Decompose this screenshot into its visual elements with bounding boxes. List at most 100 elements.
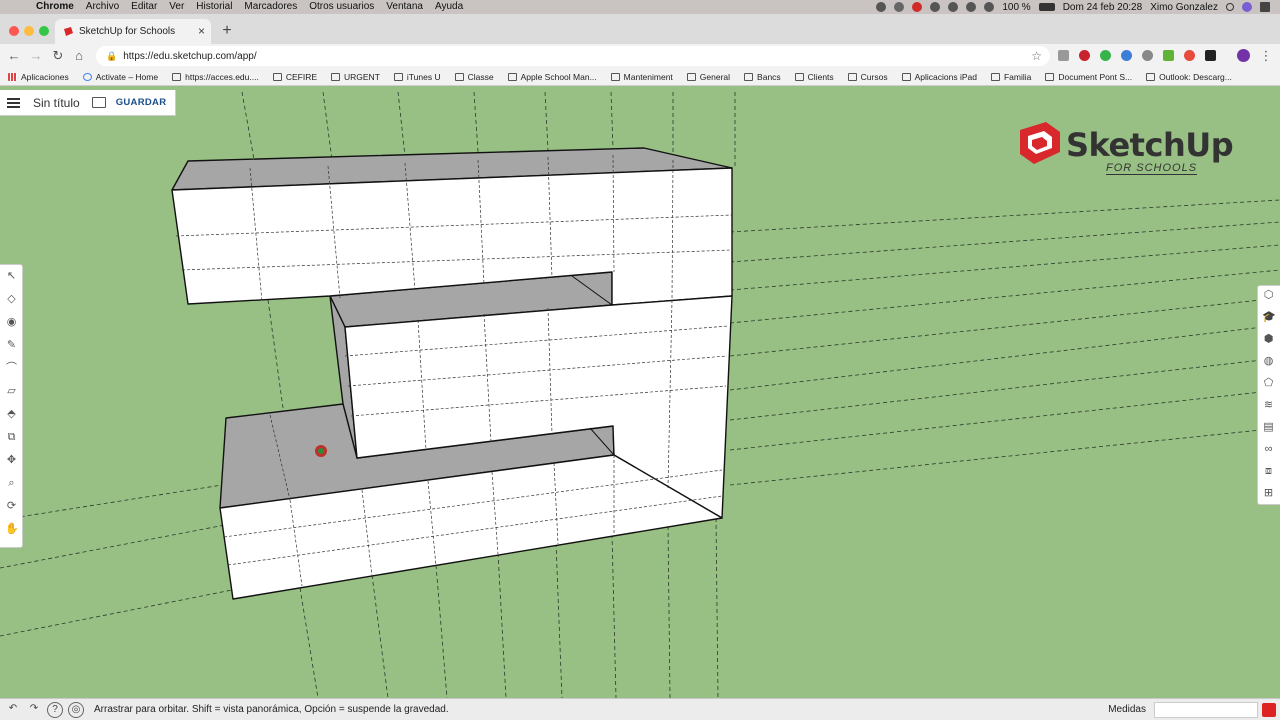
bookmark-cursos[interactable]: Cursos — [847, 72, 888, 82]
menu-archivo[interactable]: Archivo — [86, 0, 119, 14]
cloud-icon[interactable] — [930, 2, 941, 12]
tags-icon[interactable]: ≋ — [1262, 399, 1275, 412]
menu-ver[interactable]: Ver — [169, 0, 184, 14]
top-arm-front-face[interactable] — [171, 167, 733, 306]
folder-icon — [331, 72, 340, 81]
window-minimize-button[interactable] — [24, 26, 34, 36]
bookmark-document-pont[interactable]: Document Pont S... — [1045, 72, 1132, 82]
notification-center-icon[interactable] — [1260, 2, 1270, 12]
components-icon[interactable]: ⬢ — [1262, 333, 1275, 346]
redo-icon[interactable]: ↷ — [26, 702, 42, 718]
styles-icon[interactable]: ⬠ — [1262, 377, 1275, 390]
display-icon[interactable]: ∞ — [1262, 443, 1275, 456]
menu-marcadores[interactable]: Marcadores — [244, 0, 297, 14]
wifi-icon[interactable] — [984, 2, 995, 12]
green-extension-icon[interactable] — [1100, 50, 1111, 61]
menu-ventana[interactable]: Ventana — [386, 0, 423, 14]
bookmark-acces[interactable]: https://acces.edu.... — [172, 72, 259, 82]
menu-otros-usuarios[interactable]: Otros usuarios — [309, 0, 374, 14]
current-user[interactable]: Ximo Gonzalez — [1150, 2, 1218, 13]
bookmark-clients[interactable]: Clients — [794, 72, 834, 82]
menu-app-chrome[interactable]: Chrome — [36, 0, 74, 14]
pencil-icon[interactable]: ✎ — [5, 339, 18, 352]
shadows-icon[interactable]: ⧈ — [1262, 465, 1275, 478]
pinterest-extension-icon[interactable] — [1079, 50, 1090, 61]
battery-percent: 100 % — [1002, 1, 1031, 13]
materials-icon[interactable]: ◍ — [1262, 355, 1275, 368]
arrows-extension-icon[interactable] — [1184, 50, 1195, 61]
scenes-icon[interactable]: ▤ — [1262, 421, 1275, 434]
amazon-extension-icon[interactable] — [1205, 50, 1216, 61]
bookmark-familia[interactable]: Familia — [990, 72, 1031, 82]
save-button[interactable]: GUARDAR — [116, 97, 167, 108]
globe-icon[interactable]: ◎ — [68, 701, 84, 718]
folder-icon — [272, 72, 282, 81]
browser-tab[interactable]: SketchUp for Schools × — [55, 19, 211, 44]
home-icon[interactable]: ⌂ — [71, 48, 87, 63]
clock[interactable]: Dom 24 feb 20:28 — [1063, 2, 1143, 13]
rectangle-icon[interactable]: ▱ — [5, 385, 18, 398]
reload-icon[interactable]: ↻ — [50, 48, 66, 64]
browser-tab-strip: SketchUp for Schools × + — [0, 14, 1280, 44]
document-title[interactable]: Sin título — [33, 96, 80, 110]
time-machine-icon[interactable] — [948, 2, 959, 12]
profile-avatar-icon[interactable] — [1237, 49, 1250, 62]
bookmark-activate-home[interactable]: Activate – Home — [82, 72, 158, 82]
bookmark-classe[interactable]: Classe — [454, 72, 494, 82]
chrome-menu-icon[interactable]: ⋮ — [1258, 48, 1274, 64]
bookmark-manteniment[interactable]: Manteniment — [610, 72, 673, 82]
record-icon[interactable] — [876, 2, 887, 12]
arc-icon[interactable]: ⌒ — [5, 362, 18, 375]
move-icon[interactable]: ✥ — [5, 454, 18, 467]
bookmark-outlook[interactable]: Outlook: Descarg... — [1146, 72, 1232, 82]
forward-icon[interactable]: → — [28, 48, 44, 63]
pinterest-tray-icon[interactable] — [894, 2, 905, 12]
battery-icon[interactable] — [1038, 3, 1055, 11]
menu-editar[interactable]: Editar — [131, 0, 157, 14]
outliner-icon[interactable]: ⊞ — [1262, 487, 1275, 500]
bookmark-apple-school-manager[interactable]: Apple School Man... — [507, 72, 597, 82]
bookmark-urgent[interactable]: URGENT — [331, 72, 380, 82]
back-icon[interactable]: ← — [6, 48, 22, 63]
sketchup-badge-icon[interactable] — [1262, 702, 1276, 717]
window-zoom-button[interactable] — [39, 26, 49, 36]
select-icon[interactable]: ↖ — [5, 270, 18, 283]
open-folder-icon[interactable] — [91, 97, 106, 108]
measurements-input[interactable] — [1154, 701, 1258, 718]
address-bar[interactable]: 🔒 https://edu.sketchup.com/app/ ☆ — [96, 46, 1050, 66]
menu-ayuda[interactable]: Ayuda — [435, 0, 463, 14]
stop-icon[interactable] — [912, 2, 923, 12]
left-toolbar: ↖ ◇ ◉ ✎ ⌒ ▱ ⬘ ⧉ ✥ ⌕ ⟳ ✋ — [0, 264, 23, 548]
spotlight-icon[interactable] — [1226, 3, 1234, 11]
evernote-extension-icon[interactable] — [1163, 50, 1174, 61]
blue-extension-icon[interactable] — [1121, 50, 1132, 61]
entity-info-icon[interactable]: ⬡ — [1262, 289, 1275, 302]
pan-icon[interactable]: ✋ — [5, 523, 19, 536]
menu-historial[interactable]: Historial — [196, 0, 232, 14]
tab-close-icon[interactable]: × — [198, 24, 205, 38]
push-pull-icon[interactable]: ⬘ — [5, 408, 18, 421]
bookmark-aplicacions-ipad[interactable]: Aplicacions iPad — [901, 72, 977, 82]
bookmark-aplicaciones[interactable]: Aplicaciones — [8, 72, 69, 82]
siri-icon[interactable] — [1242, 2, 1252, 12]
camera-extension-icon[interactable] — [1058, 50, 1069, 61]
paint-bucket-icon[interactable]: ◉ — [5, 316, 18, 329]
offset-icon[interactable]: ⧉ — [5, 431, 18, 444]
new-tab-icon[interactable]: + — [219, 23, 235, 40]
bookmark-itunes-u[interactable]: iTunes U — [393, 72, 441, 82]
bookmark-star-icon[interactable]: ☆ — [1031, 49, 1042, 63]
pin-extension-icon[interactable] — [1142, 50, 1153, 61]
bluetooth-icon[interactable] — [966, 2, 977, 12]
lock-icon[interactable]: 🔒 — [106, 51, 117, 62]
instructor-icon[interactable]: 🎓 — [1262, 311, 1276, 324]
bookmark-general[interactable]: General — [686, 72, 730, 82]
orbit-icon[interactable]: ⟳ — [5, 500, 18, 513]
bookmark-cefire[interactable]: CEFIRE — [272, 72, 317, 82]
help-icon[interactable]: ? — [47, 701, 63, 718]
bookmark-bancs[interactable]: Bancs — [744, 72, 781, 82]
undo-icon[interactable]: ↶ — [5, 702, 21, 718]
window-close-button[interactable] — [9, 26, 19, 36]
hamburger-menu-icon[interactable] — [7, 97, 20, 108]
eraser-icon[interactable]: ◇ — [5, 293, 18, 306]
tape-measure-icon[interactable]: ⌕ — [5, 477, 18, 490]
